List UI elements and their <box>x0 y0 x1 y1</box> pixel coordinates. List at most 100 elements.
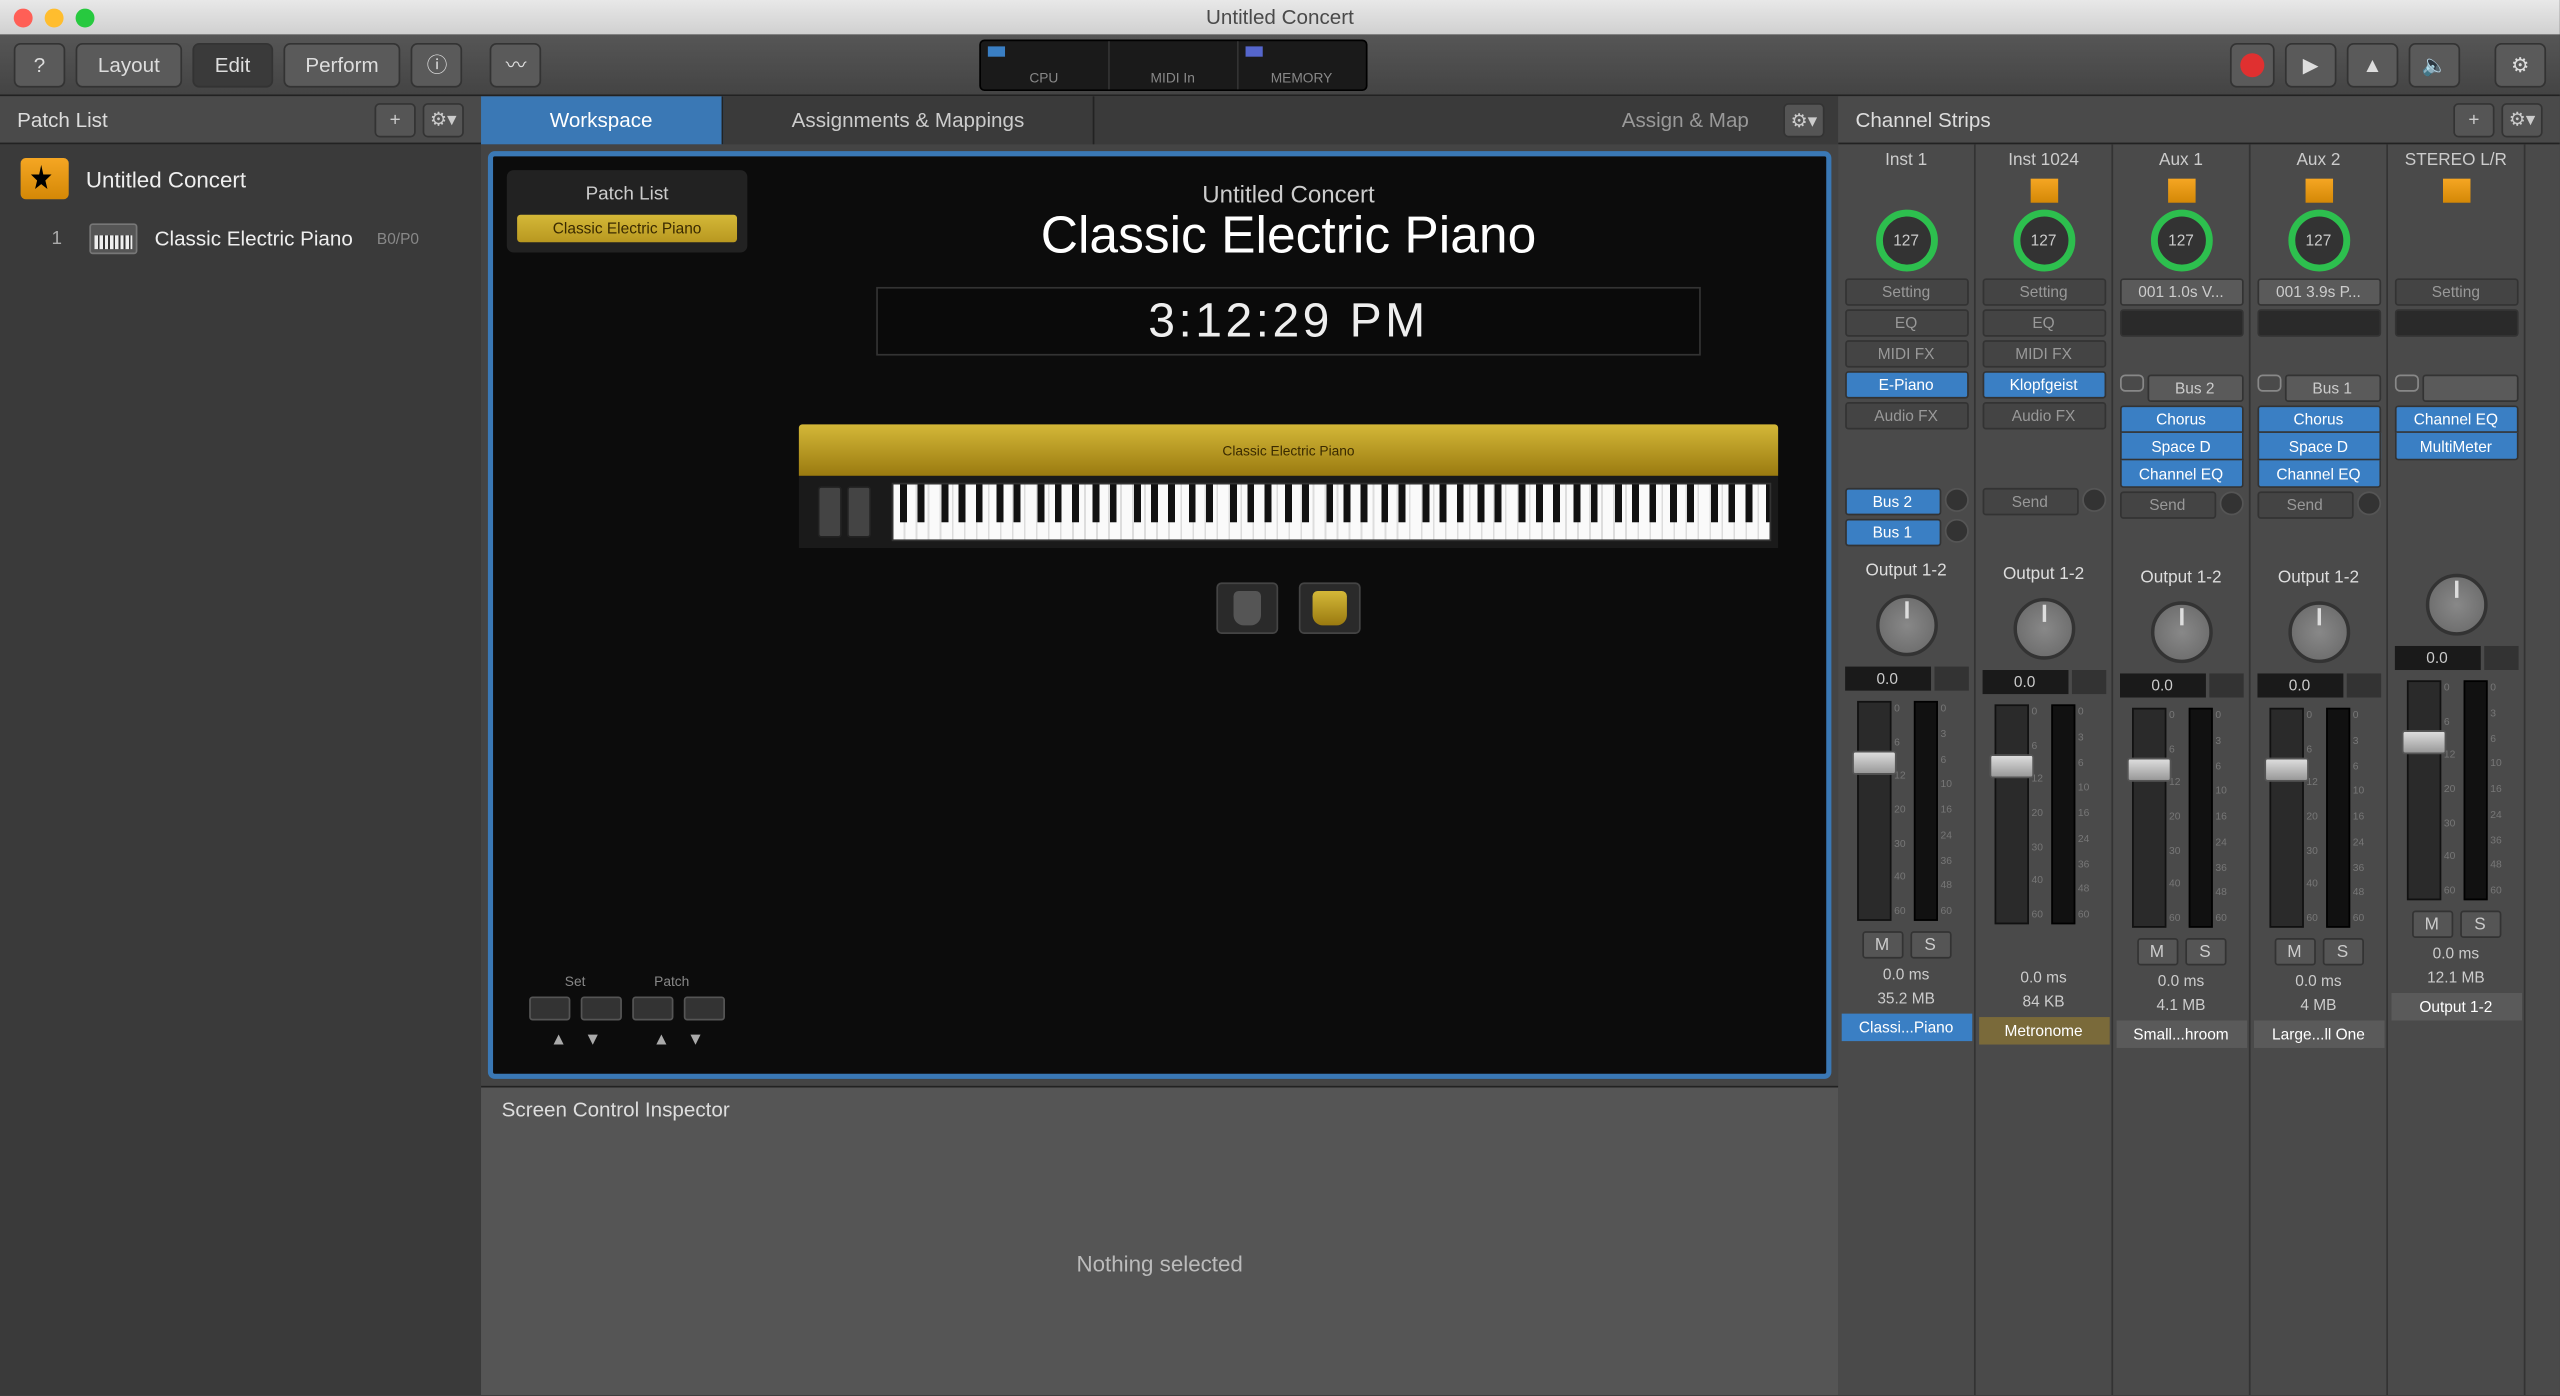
midi-fx-slot[interactable]: MIDI FX <box>1844 340 1968 367</box>
strip-label[interactable]: Large...ll One <box>2253 1020 2384 1047</box>
audio-fx-slot[interactable]: Chorus <box>2119 405 2243 432</box>
strip-label[interactable]: Metronome <box>1978 1017 2109 1044</box>
add-strip-button[interactable]: + <box>2453 102 2494 136</box>
up-icon[interactable]: ▲ <box>550 1031 567 1050</box>
input-slot[interactable] <box>2422 375 2518 402</box>
mute-button[interactable]: M <box>1861 931 1902 958</box>
add-patch-button[interactable]: + <box>375 102 416 136</box>
maximize-icon[interactable] <box>76 8 95 27</box>
mute-button[interactable]: M <box>2274 938 2315 965</box>
solo-button[interactable]: S <box>1910 931 1951 958</box>
audio-fx-slot[interactable]: Channel EQ <box>2257 460 2381 487</box>
fader[interactable] <box>1856 701 1890 921</box>
midi-fx-slot[interactable]: MIDI FX <box>1982 340 2106 367</box>
audio-fx-slot[interactable]: MultiMeter <box>2394 433 2518 460</box>
fader[interactable] <box>1994 704 2028 924</box>
down-icon[interactable]: ▼ <box>687 1031 704 1050</box>
fader[interactable] <box>2131 708 2165 928</box>
eq-slot[interactable] <box>2394 309 2518 336</box>
mod-wheel-icon[interactable] <box>846 486 870 538</box>
minimize-icon[interactable] <box>45 8 64 27</box>
send-slot[interactable]: Send <box>2119 491 2215 518</box>
play-button[interactable]: ▶ <box>2285 42 2337 87</box>
pan-knob[interactable] <box>2013 598 2075 660</box>
pan-knob[interactable] <box>2288 601 2350 663</box>
mixer-toggle-button[interactable]: ⚙ <box>2494 42 2546 87</box>
instrument-slot[interactable]: E-Piano <box>1844 371 1968 398</box>
layout-button[interactable]: Layout <box>76 42 183 87</box>
audio-fx-slot[interactable]: Audio FX <box>1844 402 1968 429</box>
setting-slot[interactable]: Setting <box>2394 278 2518 305</box>
eq-slot[interactable]: EQ <box>1844 309 1968 336</box>
fader-cap[interactable] <box>1989 754 2034 778</box>
pan-knob[interactable] <box>2425 574 2487 636</box>
audio-fx-slot[interactable]: Chorus <box>2257 405 2381 432</box>
set-prev-button[interactable] <box>529 996 570 1020</box>
pan-knob[interactable] <box>2150 601 2212 663</box>
strip-icon[interactable] <box>2030 179 2057 203</box>
gain-knob[interactable]: 127 <box>2013 210 2075 272</box>
keyboard-control[interactable]: Classic Electric Piano <box>799 424 1778 548</box>
tuner-button[interactable]: 〰 <box>490 42 542 87</box>
send-slot[interactable]: Send <box>1982 488 2078 515</box>
fader-cap[interactable] <box>1851 751 1896 775</box>
output-slot[interactable] <box>2394 536 2518 563</box>
send-knob[interactable] <box>1944 519 1968 543</box>
set-next-button[interactable] <box>581 996 622 1020</box>
fader-cap[interactable] <box>2401 730 2446 754</box>
pan-knob[interactable] <box>1875 594 1937 656</box>
patch-next-button[interactable] <box>684 996 725 1020</box>
help-button[interactable]: ? <box>14 42 66 87</box>
output-slot[interactable]: Output 1-2 <box>2257 564 2381 591</box>
mute-button[interactable]: M <box>2136 938 2177 965</box>
audio-fx-slot[interactable]: Space D <box>2257 433 2381 460</box>
fader[interactable] <box>2269 708 2303 928</box>
pitch-mod-wheels[interactable] <box>806 483 882 541</box>
send-slot[interactable]: Bus 1 <box>1844 519 1940 546</box>
info-button[interactable]: ⓘ <box>411 42 463 87</box>
setting-slot[interactable]: 001 3.9s P... <box>2257 278 2381 305</box>
master-mute-button[interactable]: 🔈 <box>2409 42 2461 87</box>
strip-icon[interactable] <box>2167 179 2194 203</box>
output-slot[interactable]: Output 1-2 <box>1844 557 1968 584</box>
fader-cap[interactable] <box>2126 758 2171 782</box>
setting-slot[interactable]: Setting <box>1844 278 1968 305</box>
audio-fx-slot[interactable]: Channel EQ <box>2119 460 2243 487</box>
gain-knob[interactable]: 127 <box>2288 210 2350 272</box>
input-slot[interactable]: Bus 1 <box>2284 375 2380 402</box>
tab-assignments[interactable]: Assignments & Mappings <box>723 96 1095 144</box>
input-slot[interactable]: Bus 2 <box>2147 375 2243 402</box>
strips-settings-button[interactable]: ⚙▾ <box>2501 102 2542 136</box>
tab-workspace[interactable]: Workspace <box>481 96 723 144</box>
fader[interactable] <box>2406 680 2440 900</box>
strip-label[interactable]: Classi...Piano <box>1841 1014 1972 1041</box>
record-button[interactable] <box>2230 42 2275 87</box>
fader-cap[interactable] <box>2263 758 2308 782</box>
down-icon[interactable]: ▼ <box>584 1031 601 1050</box>
audio-fx-slot[interactable]: Space D <box>2119 433 2243 460</box>
mute-button[interactable]: M <box>2411 911 2452 938</box>
concert-item[interactable]: Untitled Concert <box>0 144 481 213</box>
sustain-pedal[interactable] <box>1299 582 1361 634</box>
solo-button[interactable]: S <box>2184 938 2225 965</box>
instrument-slot[interactable]: Klopfgeist <box>1982 371 2106 398</box>
perform-button[interactable]: Perform <box>283 42 401 87</box>
strip-icon[interactable] <box>2305 179 2332 203</box>
gain-knob[interactable]: 127 <box>1875 210 1937 272</box>
pitch-wheel-icon[interactable] <box>817 486 841 538</box>
output-slot[interactable]: Output 1-2 <box>2119 564 2243 591</box>
solo-button[interactable]: S <box>2459 911 2500 938</box>
assign-map-button[interactable]: Assign & Map <box>1605 108 1767 132</box>
audio-fx-slot[interactable]: Audio FX <box>1982 402 2106 429</box>
workspace-settings-button[interactable]: ⚙▾ <box>1783 103 1824 137</box>
output-slot[interactable]: Output 1-2 <box>1982 560 2106 587</box>
strip-label[interactable]: Output 1-2 <box>2391 993 2522 1020</box>
expression-pedal[interactable] <box>1216 582 1278 634</box>
eq-slot[interactable]: EQ <box>1982 309 2106 336</box>
gain-knob[interactable]: 127 <box>2150 210 2212 272</box>
eq-slot[interactable] <box>2257 309 2381 336</box>
edit-button[interactable]: Edit <box>192 42 272 87</box>
metronome-button[interactable]: ▲ <box>2347 42 2399 87</box>
close-icon[interactable] <box>14 8 33 27</box>
up-icon[interactable]: ▲ <box>653 1031 670 1050</box>
